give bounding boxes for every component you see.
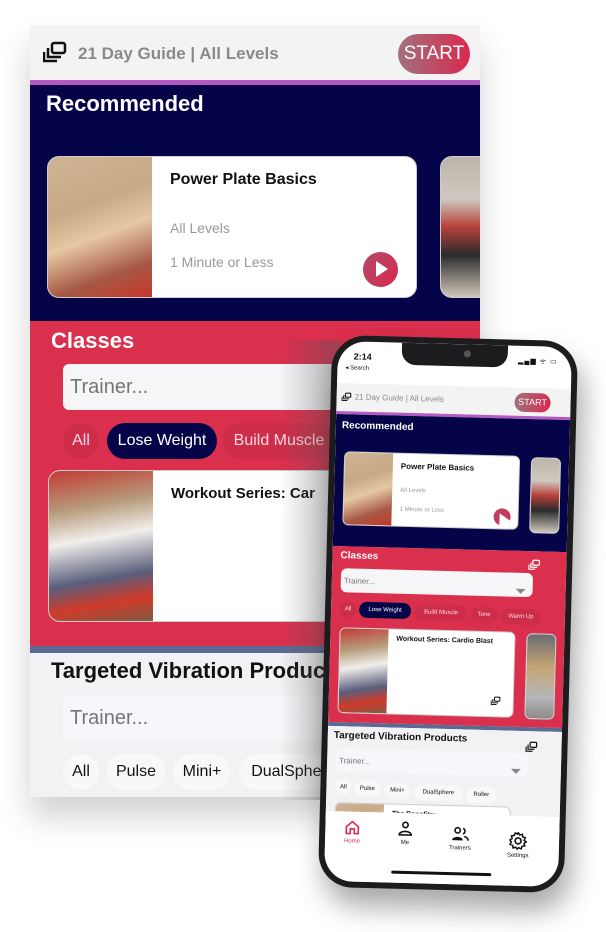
class-card[interactable]: Workout Series: Cardio Blast bbox=[337, 627, 516, 718]
section-title-recommended: Recommended bbox=[341, 420, 414, 434]
gear-icon bbox=[508, 831, 528, 851]
filter-chip-all[interactable]: All bbox=[339, 601, 357, 618]
card-title: Power Plate Basics bbox=[170, 171, 317, 188]
card-title: Power Plate Basics bbox=[400, 461, 475, 473]
section-title-targeted: Targeted Vibration Products bbox=[333, 730, 468, 745]
filter-chip-all[interactable]: All bbox=[63, 423, 99, 459]
recommended-section: Recommended Power Plate Basics All Level… bbox=[30, 85, 480, 321]
recommended-card[interactable] bbox=[440, 156, 480, 298]
phone-screen: 2:14 ◂ Search ▂▄▆ ᯤ ▭ 21 Day Guide | All… bbox=[323, 341, 573, 887]
trainer-photo bbox=[525, 634, 557, 719]
filter-chip-all[interactable]: All bbox=[335, 779, 352, 796]
card-level: All Levels bbox=[170, 220, 230, 236]
section-title-classes: Classes bbox=[340, 550, 379, 563]
recommended-card[interactable]: Power Plate Basics All Levels 1 Minute o… bbox=[47, 156, 417, 298]
recommended-card[interactable]: Power Plate Basics All Levels 1 Minute o… bbox=[342, 451, 521, 530]
back-to-search-link[interactable]: ◂ Search bbox=[345, 364, 369, 372]
stack-icon[interactable] bbox=[528, 559, 541, 570]
filter-chip-lose-weight[interactable]: Lose Weight bbox=[358, 601, 412, 620]
filter-chip-mini-plus[interactable]: Mini+ bbox=[173, 754, 231, 790]
filter-chip-tone[interactable]: Tone bbox=[470, 606, 498, 624]
card-title: Workout Series: Cardio Blast bbox=[396, 635, 494, 646]
camera-icon bbox=[463, 350, 471, 358]
status-icons: ▂▄▆ ᯤ ▭ bbox=[517, 357, 558, 366]
stack-icon[interactable] bbox=[43, 41, 67, 63]
bottom-tab-bar: Home Me Trainers Settings bbox=[323, 810, 560, 887]
phone-notch bbox=[401, 342, 509, 368]
people-icon bbox=[452, 826, 469, 841]
tab-trainers[interactable]: Trainers bbox=[435, 826, 486, 852]
card-level: All Levels bbox=[400, 487, 426, 495]
tab-label: Settings bbox=[506, 852, 529, 860]
guide-title: 21 Day Guide | All Levels bbox=[354, 392, 444, 404]
tab-settings[interactable]: Settings bbox=[493, 831, 544, 859]
tab-me[interactable]: Me bbox=[380, 820, 431, 846]
filter-chip-lose-weight[interactable]: Lose Weight bbox=[107, 423, 217, 459]
classes-section: Classes All Lose Weight Build Muscle Ton… bbox=[328, 545, 567, 729]
tab-home[interactable]: Home bbox=[327, 819, 378, 845]
start-button[interactable]: START bbox=[514, 392, 551, 413]
chevron-down-icon[interactable] bbox=[510, 768, 521, 774]
trainer-photo bbox=[338, 628, 389, 714]
filter-chip-roller[interactable]: Roller bbox=[466, 786, 497, 804]
chevron-down-icon[interactable] bbox=[515, 588, 526, 595]
filter-chip-warm-up[interactable]: Warm Up bbox=[500, 608, 542, 626]
recommended-card[interactable] bbox=[529, 457, 562, 534]
tab-label: Home bbox=[343, 838, 361, 845]
card-duration: 1 Minute or Less bbox=[399, 506, 445, 514]
trainer-photo bbox=[441, 157, 480, 297]
guide-title: 21 Day Guide | All Levels bbox=[78, 44, 279, 63]
start-button[interactable]: START bbox=[398, 34, 470, 74]
play-button[interactable] bbox=[493, 508, 511, 526]
phone-device: 2:14 ◂ Search ▂▄▆ ᯤ ▭ 21 Day Guide | All… bbox=[317, 334, 579, 894]
tab-label: Me bbox=[400, 839, 410, 847]
filter-chip-mini-plus[interactable]: Mini+ bbox=[384, 782, 411, 800]
recommended-section: Recommended Power Plate Basics All Level… bbox=[332, 414, 571, 553]
stack-icon[interactable] bbox=[341, 392, 352, 401]
stack-icon[interactable] bbox=[525, 741, 538, 752]
stack-icon[interactable] bbox=[490, 696, 501, 705]
filter-chip-build-muscle[interactable]: Build Muscle bbox=[414, 604, 468, 622]
filter-chip-all[interactable]: All bbox=[63, 754, 99, 790]
card-duration: 1 Minute or Less bbox=[170, 254, 274, 270]
trainer-dropdown[interactable] bbox=[340, 568, 534, 598]
section-title-recommended: Recommended bbox=[46, 91, 204, 116]
tab-label: Trainers bbox=[448, 845, 471, 852]
filter-chip-pulse[interactable]: Pulse bbox=[107, 754, 165, 790]
trainer-photo bbox=[343, 452, 394, 526]
person-icon bbox=[398, 821, 412, 836]
trainer-dropdown[interactable] bbox=[335, 748, 529, 778]
trainer-photo bbox=[48, 157, 152, 297]
trainer-photo bbox=[530, 458, 562, 533]
status-time: 2:14 bbox=[353, 351, 372, 362]
guide-header: 21 Day Guide | All Levels START bbox=[30, 25, 480, 80]
class-card[interactable] bbox=[524, 633, 557, 720]
home-icon bbox=[345, 820, 360, 835]
play-button[interactable] bbox=[363, 252, 398, 287]
filter-chip-pulse[interactable]: Pulse bbox=[354, 780, 381, 798]
filter-chip-dualsphere[interactable]: DualSphere bbox=[414, 784, 463, 802]
trainer-photo bbox=[49, 471, 153, 621]
section-title-classes: Classes bbox=[51, 328, 135, 353]
